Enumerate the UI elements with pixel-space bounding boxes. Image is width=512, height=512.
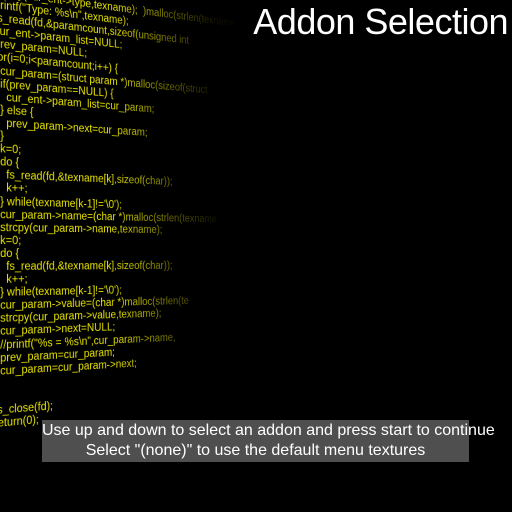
instruction-navigate-text: Use up and down to select an addon and p… <box>42 421 469 441</box>
instruction-box: Use up and down to select an addon and p… <box>42 420 469 462</box>
code-line: do { <box>0 248 248 261</box>
instruction-default-textures-text: Select "(none)" to use the default menu … <box>42 441 469 461</box>
code-line: k=0; <box>0 235 248 249</box>
addon-selection-screen: strcpy(cur_ent->type,texname); )malloc(s… <box>0 0 512 512</box>
page-title: Addon Selection <box>253 1 508 43</box>
